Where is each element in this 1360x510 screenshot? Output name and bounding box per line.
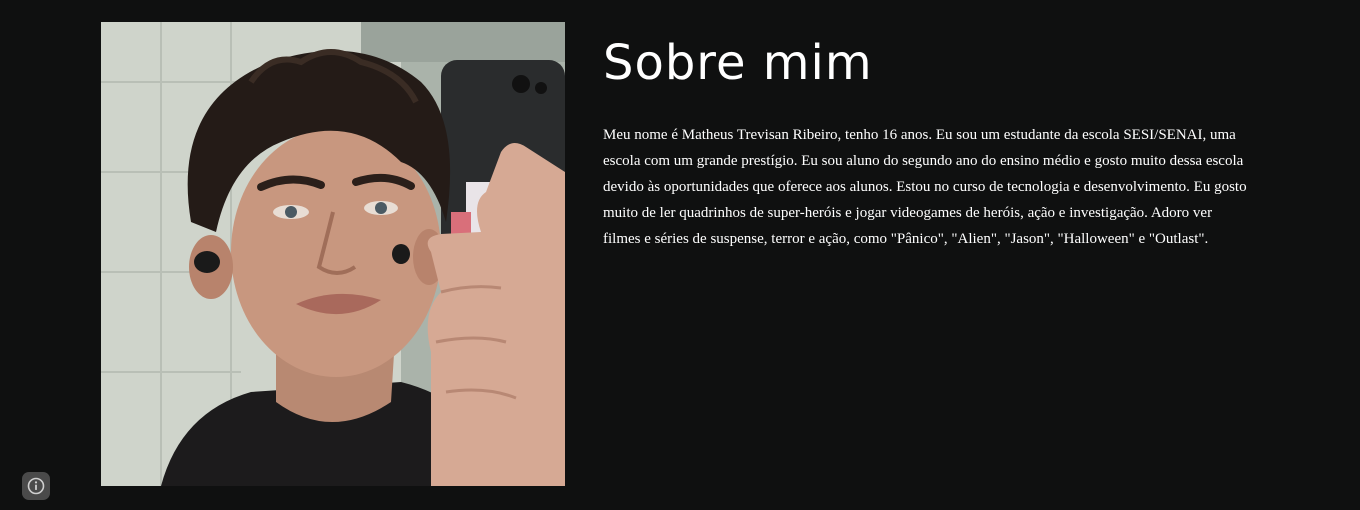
info-icon — [27, 477, 45, 495]
page-title: Sobre mim — [603, 35, 873, 91]
page: Sobre mim Meu nome é Matheus Trevisan Ri… — [0, 0, 1360, 510]
about-section: Sobre mim Meu nome é Matheus Trevisan Ri… — [603, 30, 1263, 252]
info-button[interactable] — [22, 472, 50, 500]
selfie-illustration — [101, 22, 565, 486]
bio-paragraph: Meu nome é Matheus Trevisan Ribeiro, ten… — [603, 127, 1247, 247]
profile-photo — [101, 22, 565, 486]
